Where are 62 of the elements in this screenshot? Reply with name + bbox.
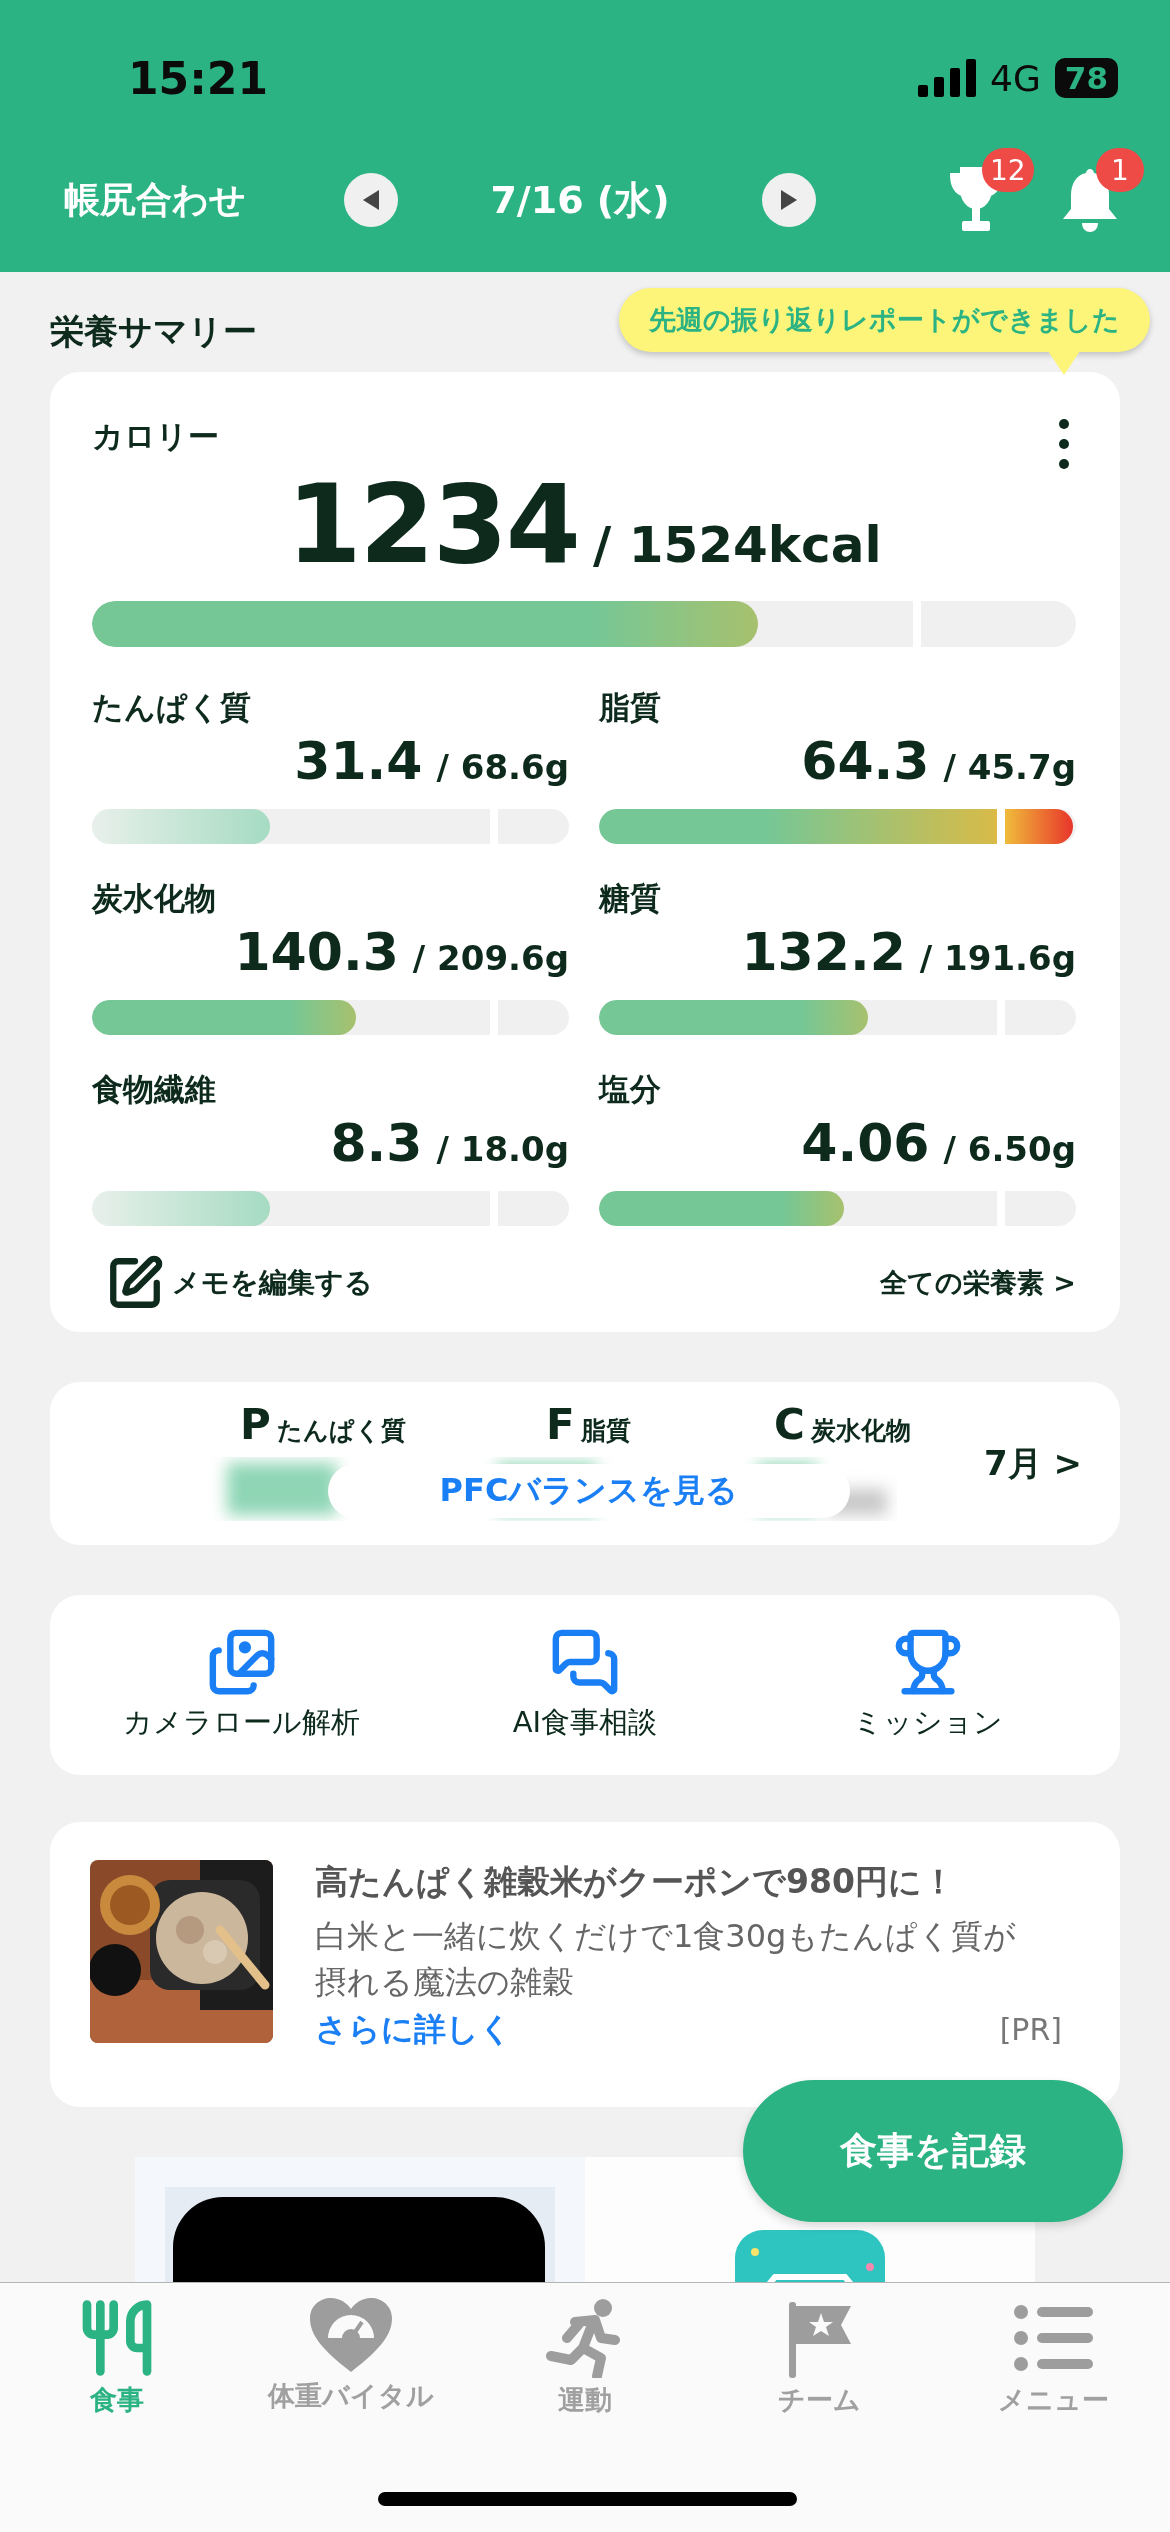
shortcut-button[interactable]: AI食事相談 <box>413 1626 757 1744</box>
nutrient-value: 64.3 <box>801 731 930 791</box>
tab-bar-item[interactable]: 食事 <box>0 2297 234 2419</box>
ad-card[interactable]: 高たんぱく雑穀米がクーポンで980円に！ 白米と一緒に炊くだけで1食30gもたんぱく質が摂れる魔法の雑穀 さらに詳しく [PR] <box>50 1822 1120 2107</box>
pfc-letter: F <box>546 1400 575 1449</box>
nutrient-target: / 191.6g <box>919 938 1076 978</box>
heart-gauge-icon <box>310 2298 392 2374</box>
ad-title: 高たんぱく雑穀米がクーポンで980円に！ <box>315 1861 956 1903</box>
tab-bar-item[interactable]: メニュー <box>936 2297 1170 2419</box>
nutrient-label: 食物繊維 <box>92 1070 217 1109</box>
pfc-label: たんぱく質 <box>276 1415 406 1447</box>
nutrient-value: 132.2 <box>741 922 906 982</box>
month-link[interactable]: 7月 > <box>984 1440 1082 1487</box>
battery-level: 78 <box>1054 58 1118 98</box>
pfc-letter: C <box>774 1400 805 1449</box>
tooltip-pointer <box>1048 351 1080 375</box>
status-time: 15:21 <box>128 52 269 104</box>
record-meal-button[interactable]: 食事を記録 <box>743 2080 1123 2222</box>
nutrient-value: 31.4 <box>294 731 423 791</box>
nutrient-value: 8.3 <box>330 1113 423 1173</box>
calorie-label: カロリー <box>92 417 219 456</box>
network-label: 4G <box>990 57 1041 99</box>
nutrient-label: 糖質 <box>599 879 662 918</box>
nutrient-target: / 209.6g <box>412 938 569 978</box>
signal-icon <box>918 59 977 97</box>
nutrient-value: 140.3 <box>234 922 399 982</box>
notification-badge: 12 <box>982 148 1034 192</box>
shortcut-button[interactable]: カメラロール解析 <box>70 1626 414 1744</box>
tab-bar-item[interactable]: 運動 <box>468 2297 702 2419</box>
pr-tag: [PR] <box>999 2012 1062 2048</box>
pfc-label: 炭水化物 <box>810 1415 911 1447</box>
shortcut-button[interactable]: ミッション <box>756 1626 1100 1744</box>
nutrient-label: たんぱく質 <box>92 688 252 727</box>
nutrient-label: 炭水化物 <box>92 879 217 918</box>
more-options-icon[interactable] <box>1058 416 1070 472</box>
nutrient-target: / 18.0g <box>436 1129 569 1169</box>
nutrient-target: / 68.6g <box>436 747 569 787</box>
more-details-link[interactable]: さらに詳しく <box>315 2007 512 2052</box>
ad-description: 白米と一緒に炊くだけで1食30gもたんぱく質が摂れる魔法の雑穀 <box>315 1916 1018 2004</box>
nutrient-target: / 45.7g <box>943 747 1076 787</box>
tab-bar-item[interactable]: チーム <box>702 2297 936 2419</box>
nav-title: 帳尻合わせ <box>64 177 247 222</box>
calorie-target: / 1524kcal <box>593 516 882 574</box>
pfc-letter: P <box>240 1400 271 1449</box>
pfc-balance-button[interactable]: PFCバランスを見る <box>328 1464 850 1518</box>
notification-badge: 1 <box>1096 148 1144 192</box>
nutrient-value: 4.06 <box>801 1113 930 1173</box>
nutrient-label: 塩分 <box>599 1070 662 1109</box>
calorie-value: 1234 <box>286 462 579 587</box>
next-day-button[interactable] <box>762 173 816 227</box>
right-triangle-icon <box>779 189 799 211</box>
previous-day-button[interactable] <box>344 173 398 227</box>
chat-bubbles-icon <box>550 1627 620 1697</box>
section-title: 栄養サマリー <box>50 310 257 353</box>
all-nutrients-link[interactable]: 全ての栄養素 > <box>879 1265 1076 1301</box>
nutrient-label: 脂質 <box>599 688 662 727</box>
tab-bar-item[interactable]: 体重バイタル <box>234 2297 468 2415</box>
left-triangle-icon <box>361 189 381 211</box>
pfc-label: 脂質 <box>580 1415 631 1447</box>
nutrient-target: / 6.50g <box>943 1129 1076 1169</box>
date-label: 7/16 (水) <box>489 176 671 224</box>
edit-memo-link[interactable]: メモを編集する <box>106 1254 373 1312</box>
